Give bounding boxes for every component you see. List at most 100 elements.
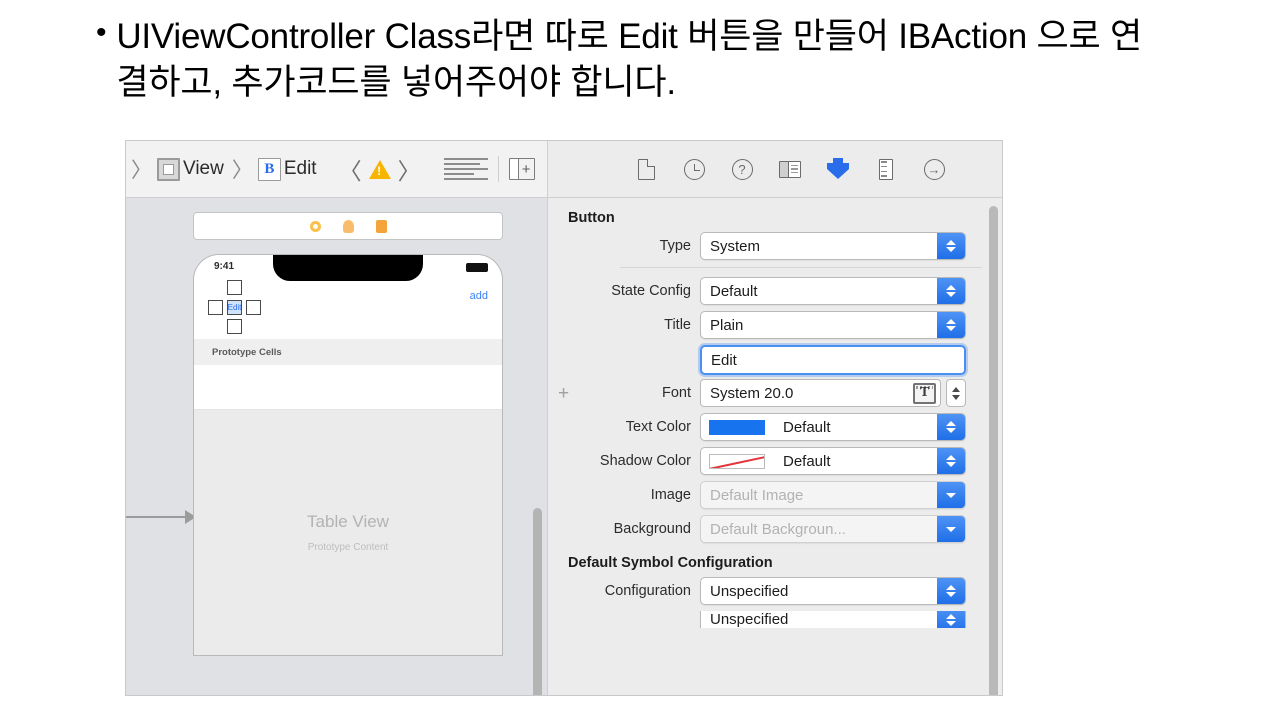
file-inspector-icon[interactable] [633, 156, 659, 182]
type-value: System [701, 238, 937, 255]
label-background: Background [548, 521, 700, 537]
prototype-cells-header: Prototype Cells [194, 339, 502, 365]
ruler-icon[interactable] [873, 156, 899, 182]
font-picker-icon[interactable]: T [913, 383, 936, 404]
resize-handle-right[interactable] [246, 300, 261, 315]
table-view-title: Table View [307, 512, 389, 532]
background-chevron-down-icon[interactable] [937, 516, 965, 542]
shadow-color-swatch [709, 454, 765, 469]
background-combo-box[interactable]: Default Backgroun... [700, 515, 966, 543]
shadow-color-popup-button[interactable]: Default [700, 447, 966, 475]
issue-navigation: 〈 〉 [334, 152, 426, 186]
breadcrumb-chevron-mid: 〉 [227, 154, 258, 184]
selected-edit-button[interactable]: Edit [208, 280, 262, 334]
canvas-vertical-scrollbar[interactable] [533, 508, 542, 695]
clock-icon[interactable] [681, 156, 707, 182]
xcode-top-bar: 〉 View 〉 B Edit 〈 〉 + ? [126, 141, 1002, 198]
row-configuration: Configuration Unspecified [548, 577, 1002, 605]
button-object-badge-icon[interactable]: B [258, 158, 281, 181]
table-view-subtitle: Prototype Content [308, 542, 389, 553]
text-color-chevron-icon[interactable] [937, 414, 965, 440]
title-value: Plain [701, 317, 937, 334]
arrow-in-circle-icon[interactable]: → [921, 156, 947, 182]
image-placeholder: Default Image [701, 487, 937, 504]
inspector-vertical-scrollbar[interactable] [989, 206, 998, 695]
section-header-symbol-configuration: Default Symbol Configuration [548, 549, 1002, 577]
label-configuration: Configuration [548, 583, 700, 599]
inspector-tab-bar: ? → [548, 141, 1002, 197]
configuration-value: Unspecified [701, 583, 937, 600]
battery-icon [466, 263, 488, 272]
first-responder-icon[interactable] [343, 220, 354, 233]
image-combo-box[interactable]: Default Image [700, 481, 966, 509]
shadow-color-value: Default [774, 453, 937, 470]
font-size-stepper[interactable] [946, 379, 966, 407]
label-state-config: State Config [548, 283, 700, 299]
document-items-icon[interactable] [444, 158, 488, 180]
edit-button-label: Edit [227, 300, 242, 315]
resize-handle-bottom[interactable] [227, 319, 242, 334]
attributes-arrow-icon[interactable] [825, 156, 851, 182]
row-text-color: Text Color Default [548, 413, 1002, 441]
title-text-input[interactable]: Edit [700, 345, 966, 375]
text-color-swatch [709, 420, 765, 435]
row-title: Title Plain [548, 311, 1002, 339]
label-image: Image [548, 487, 700, 503]
xcode-window: 〉 View 〉 B Edit 〈 〉 + ? [125, 140, 1003, 696]
device-notch [273, 255, 423, 281]
row-state-config: State Config Default [548, 277, 1002, 305]
background-placeholder: Default Backgroun... [701, 521, 937, 538]
table-view-placeholder[interactable]: Table View Prototype Content [194, 410, 502, 655]
title-popup-button[interactable]: Plain [700, 311, 966, 339]
clipped-chevron-icon[interactable] [937, 611, 965, 628]
resize-handle-top[interactable] [227, 280, 242, 295]
label-type: Type [548, 238, 700, 254]
clipped-value: Unspecified [701, 611, 937, 628]
exit-icon[interactable] [376, 220, 387, 233]
breadcrumb-item-edit[interactable]: Edit [284, 158, 317, 180]
next-issue-arrow[interactable]: 〉 [393, 152, 426, 186]
section-header-button: Button [548, 204, 1002, 232]
shadow-color-chevron-icon[interactable] [937, 448, 965, 474]
add-attribute-button[interactable]: + [558, 384, 569, 403]
bullet-marker: • [96, 14, 106, 52]
configuration-popup-button[interactable]: Unspecified [700, 577, 966, 605]
attributes-inspector-panel: Button Type System State Config Default [548, 198, 1002, 695]
font-value: System 20.0 [701, 385, 913, 402]
row-image: Image Default Image [548, 481, 1002, 509]
iphone-preview[interactable]: 9:41 add Edit Prototype Cells Table View [193, 254, 503, 656]
type-popup-button[interactable]: System [700, 232, 966, 260]
section-divider [620, 267, 982, 268]
state-config-popup-button[interactable]: Default [700, 277, 966, 305]
image-chevron-down-icon[interactable] [937, 482, 965, 508]
row-clipped: Unspecified [548, 611, 1002, 628]
question-mark-icon[interactable]: ? [729, 156, 755, 182]
prototype-cell-row[interactable] [194, 365, 502, 410]
text-color-popup-button[interactable]: Default [700, 413, 966, 441]
resize-handle-left[interactable] [208, 300, 223, 315]
previous-issue-arrow[interactable]: 〈 [334, 152, 367, 186]
font-field[interactable]: System 20.0 T [700, 379, 941, 407]
status-bar-time: 9:41 [214, 261, 234, 272]
title-chevron-icon[interactable] [937, 312, 965, 338]
view-object-icon[interactable] [157, 158, 180, 181]
warning-triangle-icon[interactable] [369, 160, 391, 179]
configuration-chevron-icon[interactable] [937, 578, 965, 604]
type-chevron-icon[interactable] [937, 233, 965, 259]
storyboard-entry-point-arrow [126, 516, 194, 518]
identity-card-icon[interactable] [777, 156, 803, 182]
label-font: Font [548, 385, 700, 401]
state-config-chevron-icon[interactable] [937, 278, 965, 304]
view-controller-icon[interactable] [310, 221, 321, 232]
row-title-text: Edit [548, 345, 1002, 373]
scene-container: 9:41 add Edit Prototype Cells Table View [193, 212, 503, 656]
nav-bar-add-button[interactable]: add [470, 290, 488, 302]
breadcrumb-item-view[interactable]: View [183, 158, 224, 180]
clipped-popup-button[interactable]: Unspecified [700, 611, 966, 628]
add-editor-icon[interactable]: + [509, 158, 535, 180]
row-font: + Font System 20.0 T [548, 379, 1002, 407]
label-text-color: Text Color [548, 419, 700, 435]
label-shadow-color: Shadow Color [548, 453, 700, 469]
storyboard-canvas[interactable]: 9:41 add Edit Prototype Cells Table View [126, 198, 548, 695]
breadcrumb-chevron-leading: 〉 [126, 154, 157, 184]
